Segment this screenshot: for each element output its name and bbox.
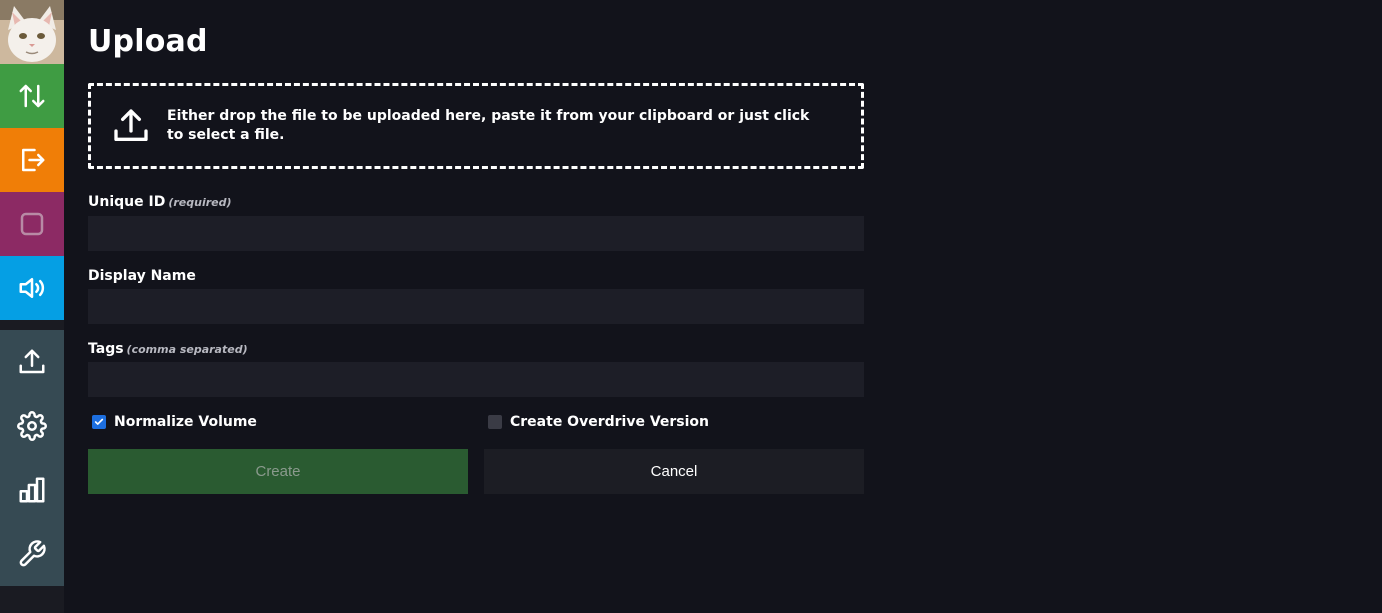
- sidebar-item-tools[interactable]: [0, 522, 64, 586]
- bar-chart-icon: [19, 477, 45, 503]
- sidebar-divider: [0, 320, 64, 330]
- unique-id-input[interactable]: [88, 216, 864, 251]
- sidebar-item-settings[interactable]: [0, 394, 64, 458]
- display-name-input[interactable]: [88, 289, 864, 324]
- avatar[interactable]: [0, 0, 64, 64]
- stop-square-icon: [20, 212, 44, 236]
- sidebar-item-swap[interactable]: [0, 64, 64, 128]
- display-name-label: Display Name: [88, 268, 196, 284]
- sidebar-item-logout[interactable]: [0, 128, 64, 192]
- tags-label: Tags (comma separated): [88, 341, 248, 357]
- checkmark-icon: [94, 418, 104, 425]
- overdrive-checkbox[interactable]: [488, 415, 502, 429]
- file-dropzone[interactable]: Either drop the file to be uploaded here…: [88, 83, 864, 169]
- arrows-up-down-icon: [19, 84, 45, 108]
- unique-id-label: Unique ID (required): [88, 194, 232, 210]
- unique-id-label-text: Unique ID: [88, 194, 166, 210]
- dropzone-text: Either drop the file to be uploaded here…: [167, 108, 810, 143]
- logout-icon: [22, 148, 45, 172]
- overdrive-option[interactable]: Create Overdrive Version: [488, 414, 709, 430]
- sidebar-item-volume[interactable]: [0, 256, 64, 320]
- cat-avatar-image: [0, 0, 64, 64]
- upload-icon: [19, 349, 45, 374]
- tags-hint: (comma separated): [126, 343, 248, 356]
- gear-icon: [17, 411, 47, 441]
- cancel-button[interactable]: Cancel: [484, 449, 864, 494]
- normalize-volume-checkbox[interactable]: [92, 415, 106, 429]
- volume-icon: [19, 278, 45, 298]
- sidebar-item-stop[interactable]: [0, 192, 64, 256]
- page-title: Upload: [88, 24, 208, 59]
- overdrive-label: Create Overdrive Version: [510, 414, 710, 430]
- wrench-icon: [19, 540, 46, 567]
- unique-id-hint: (required): [168, 196, 232, 209]
- normalize-volume-label: Normalize Volume: [114, 414, 257, 430]
- sidebar-item-stats[interactable]: [0, 458, 64, 522]
- sidebar-item-upload[interactable]: [0, 330, 64, 394]
- normalize-volume-option[interactable]: Normalize Volume: [92, 414, 257, 430]
- display-name-label-text: Display Name: [88, 268, 196, 284]
- upload-icon: [114, 109, 148, 141]
- sidebar: [0, 0, 64, 613]
- tags-label-text: Tags: [88, 341, 124, 357]
- create-button[interactable]: Create: [88, 449, 468, 494]
- tags-input[interactable]: [88, 362, 864, 397]
